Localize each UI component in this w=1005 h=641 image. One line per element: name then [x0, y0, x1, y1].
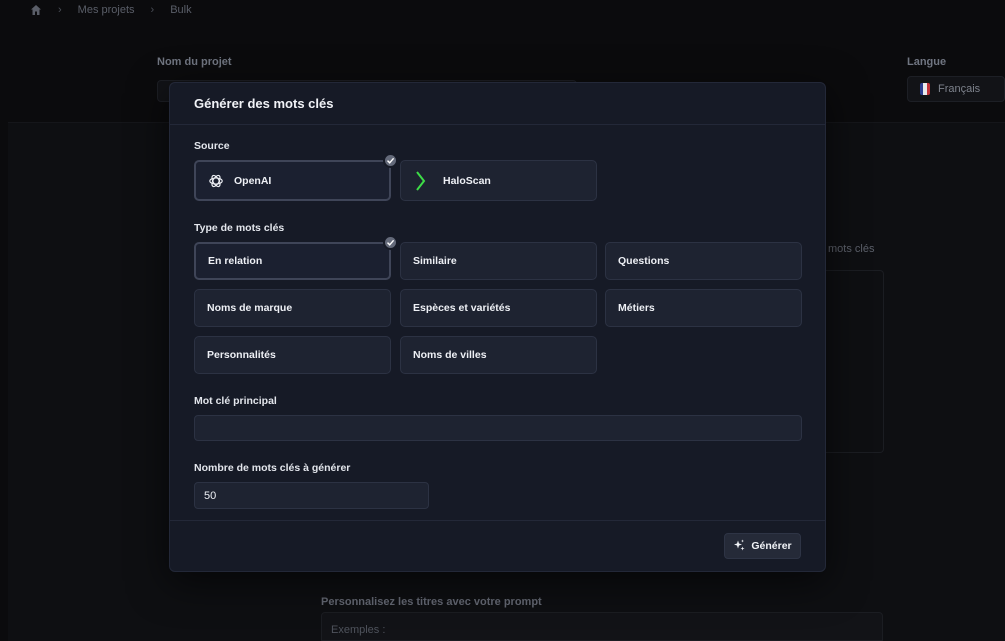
language-value: Français	[938, 83, 981, 95]
keyword-type-label-related: En relation	[208, 255, 263, 267]
breadcrumb-item-current: Bulk	[170, 4, 192, 16]
keyword-type-personalities[interactable]: Personnalités	[194, 336, 391, 374]
keyword-type-label-cities: Noms de villes	[413, 349, 487, 361]
chevron-right-icon: ›	[150, 4, 155, 16]
keyword-type-species[interactable]: Espèces et variétés	[400, 289, 597, 327]
keyword-type-label-similar: Similaire	[413, 255, 457, 267]
background-textarea	[826, 270, 884, 453]
keyword-type-label-species: Espèces et variétés	[413, 302, 511, 314]
chevron-right-icon: ›	[58, 4, 62, 16]
keyword-type-similar[interactable]: Similaire	[400, 242, 597, 280]
modal-footer: Générer	[170, 520, 825, 571]
generate-button[interactable]: Générer	[724, 533, 801, 559]
keyword-type-questions[interactable]: Questions	[605, 242, 802, 280]
check-icon	[383, 153, 398, 168]
modal-header: Générer des mots clés	[170, 83, 825, 125]
openai-icon	[208, 173, 224, 189]
keyword-count-input[interactable]	[194, 482, 429, 509]
keyword-type-label-brands: Noms de marque	[207, 302, 293, 314]
source-option-haloscan[interactable]: HaloScan	[400, 160, 597, 201]
background-hint-text: mots clés	[828, 243, 875, 255]
keyword-type-label: Type de mots clés	[194, 222, 285, 234]
language-select[interactable]: Français	[907, 76, 1005, 102]
keyword-count-label: Nombre de mots clés à générer	[194, 462, 351, 474]
check-icon	[383, 235, 398, 250]
keyword-type-related[interactable]: En relation	[194, 235, 398, 280]
breadcrumb: › Mes projets › Bulk	[30, 3, 192, 17]
prompt-textarea[interactable]: Exemples :	[321, 612, 883, 641]
keyword-type-jobs[interactable]: Métiers	[605, 289, 802, 327]
breadcrumb-item-projects[interactable]: Mes projets	[78, 4, 135, 16]
main-keyword-label: Mot clé principal	[194, 395, 277, 407]
main-keyword-input[interactable]	[194, 415, 802, 441]
source-label-openai: OpenAI	[234, 174, 272, 187]
keyword-type-cities[interactable]: Noms de villes	[400, 336, 597, 374]
source-option-openai[interactable]: OpenAI	[194, 153, 398, 201]
generate-button-label: Générer	[751, 540, 792, 552]
keyword-type-label-questions: Questions	[618, 255, 670, 267]
source-label-haloscan: HaloScan	[443, 174, 491, 187]
keyword-type-label-jobs: Métiers	[618, 302, 655, 314]
home-icon[interactable]	[30, 4, 42, 16]
language-label: Langue	[907, 56, 947, 68]
keyword-type-brands[interactable]: Noms de marque	[194, 289, 391, 327]
prompt-label: Personnalisez les titres avec votre prom…	[321, 596, 542, 608]
modal-title: Générer des mots clés	[194, 96, 334, 111]
sparkles-icon	[733, 539, 745, 554]
french-flag-icon	[920, 83, 930, 95]
prompt-placeholder: Exemples :	[331, 624, 386, 636]
generate-keywords-modal: Générer des mots clés Source OpenAI Halo…	[169, 82, 826, 572]
keyword-type-label-personalities: Personnalités	[207, 349, 276, 361]
project-name-label: Nom du projet	[157, 56, 232, 68]
haloscan-icon	[413, 170, 429, 191]
source-label: Source	[194, 140, 230, 152]
